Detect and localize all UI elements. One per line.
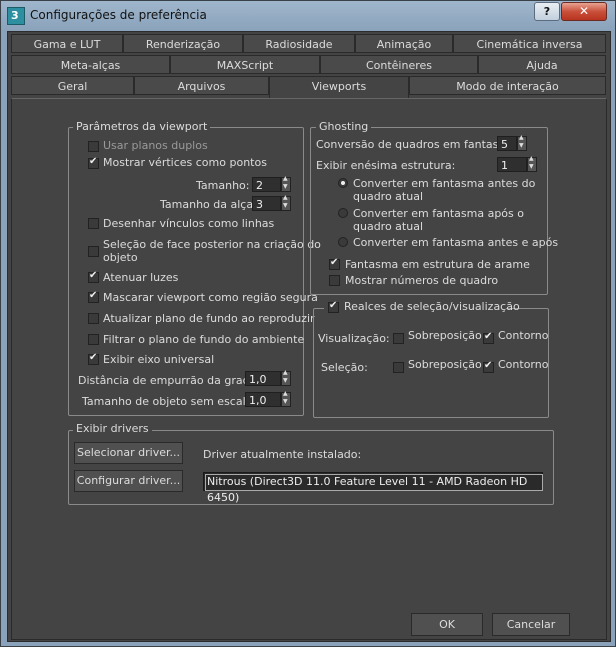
title-bar[interactable]: 3 Configurações de preferência ? ✕ [1,1,615,31]
installed-driver-value: Nitrous (Direct3D 11.0 Feature Level 11 … [207,475,528,504]
window-title: Configurações de preferência [30,8,207,22]
tab-geral[interactable]: Geral [11,76,134,95]
select-driver-button[interactable]: Selecionar driver... [74,442,183,464]
tab-cinematica-inversa[interactable]: Cinemática inversa [453,34,606,53]
grid-nudge-spinner-field[interactable]: 1,0 [245,371,281,386]
nth-frame-spinner-arrows[interactable] [527,155,537,172]
installed-driver-field: Nitrous (Direct3D 11.0 Feature Level 11 … [203,472,543,504]
update-bg-label: Atualizar plano de fundo ao reproduzir [103,312,315,325]
ghost-after-radio[interactable] [338,208,348,218]
frame-numbers-checkbox[interactable] [329,275,340,286]
update-bg-checkbox[interactable] [88,313,99,324]
grid-nudge-label: Distância de empurrão da grade: [78,374,261,387]
filter-bg-label: Filtrar o plano de fundo do ambiente [103,333,305,346]
attenuate-lights-checkbox[interactable] [88,270,99,283]
preview-outline-checkbox[interactable] [483,331,494,344]
highlights-checkbox[interactable] [328,300,339,313]
preview-outline-label: Contorno [498,329,549,342]
backface-selection-checkbox[interactable] [88,246,99,257]
tab-gama-lut[interactable]: Gama e LUT [11,34,123,53]
ghost-before-after-label: Converter em fantasma antes e após [353,236,559,249]
ghost-wireframe-label: Fantasma em estrutura de arame [345,258,530,271]
show-vertices-label: Mostrar vértices como pontos [103,156,267,169]
tab-conteineres[interactable]: Contêineres [320,55,478,74]
viewport-params-title: Parâmetros da viewport [73,120,211,133]
dialog-body: Gama e LUT Renderização Radiosidade Anim… [7,31,611,642]
tab-arquivos[interactable]: Arquivos [134,76,269,95]
ghost-frames-spinner-field[interactable]: 5 [497,136,517,151]
backface-selection-label-line1: Seleção de face posterior na criação do [103,238,321,251]
selection-overlay-checkbox[interactable] [393,362,404,373]
tab-maxscript[interactable]: MAXScript [170,55,320,74]
selection-outline-checkbox[interactable] [483,360,494,373]
display-drivers-title: Exibir drivers [73,422,152,435]
size-label: Tamanho: [196,179,250,192]
draw-links-checkbox[interactable] [88,218,99,229]
use-dual-planes-checkbox[interactable] [88,141,99,152]
selection-outline-label: Contorno [498,358,549,371]
tab-ajuda[interactable]: Ajuda [478,55,606,74]
unscaled-size-spinner-arrows[interactable] [281,390,291,407]
mask-viewport-label: Mascarar viewport como região segura [103,291,318,304]
handle-size-spinner-field[interactable]: 3 [252,196,281,211]
ghosting-title: Ghosting [316,120,372,133]
size-spinner-arrows[interactable] [281,175,291,192]
unscaled-size-spinner-field[interactable]: 1,0 [245,392,281,407]
ghost-after-label-line2: quadro atual [353,220,424,233]
filter-bg-checkbox[interactable] [88,334,99,345]
handle-size-label: Tamanho da alça: [160,198,257,211]
close-button[interactable]: ✕ [561,2,607,21]
preferences-window: 3 Configurações de preferência ? ✕ Gama … [0,0,616,647]
ghost-before-radio[interactable] [338,178,348,188]
ghost-before-label-line1: Converter em fantasma antes do [353,177,536,190]
ok-button[interactable]: OK [411,613,483,636]
attenuate-lights-label: Atenuar luzes [103,271,179,284]
cancel-button[interactable]: Cancelar [492,613,570,636]
ghost-wireframe-checkbox[interactable] [329,257,340,270]
tab-renderizacao[interactable]: Renderização [123,34,243,53]
tab-animacao[interactable]: Animação [355,34,453,53]
ghost-after-label-line1: Converter em fantasma após o [353,207,524,220]
installed-driver-label: Driver atualmente instalado: [203,448,362,461]
nth-frame-spinner-field[interactable]: 1 [497,157,527,172]
draw-links-label: Desenhar vínculos como linhas [103,217,275,230]
ghost-frames-label: Conversão de quadros em fantasma: [316,138,520,151]
frame-numbers-label: Mostrar números de quadro [345,274,499,287]
tab-meta-alcas[interactable]: Meta-alças [11,55,170,74]
app-icon: 3 [7,7,25,25]
tab-modo-interacao[interactable]: Modo de interação [409,76,606,95]
preview-overlay-checkbox[interactable] [393,333,404,344]
nth-frame-label: Exibir enésima estrutura: [316,159,456,172]
mask-viewport-checkbox[interactable] [88,290,99,303]
grid-nudge-spinner-arrows[interactable] [281,369,291,386]
size-spinner-field[interactable]: 2 [252,177,281,192]
preview-row-label: Visualização: [318,332,390,345]
tab-radiosidade[interactable]: Radiosidade [243,34,355,53]
backface-selection-label-line2: objeto [103,251,138,264]
tab-viewports[interactable]: Viewports [269,76,409,98]
selection-overlay-label: Sobreposição [408,358,482,371]
ghost-before-label-line2: quadro atual [353,190,424,203]
preview-overlay-label: Sobreposição [408,329,482,342]
unscaled-size-label: Tamanho de objeto sem escala: [82,395,257,408]
handle-size-spinner-arrows[interactable] [281,194,291,211]
highlights-title: Realces de seleção/visualização [344,300,520,313]
world-axis-checkbox[interactable] [88,352,99,365]
ghost-before-after-radio[interactable] [338,237,348,247]
selection-row-label: Seleção: [321,361,368,374]
show-vertices-checkbox[interactable] [88,156,99,169]
ghost-frames-spinner-arrows[interactable] [517,134,527,151]
help-button[interactable]: ? [534,2,560,21]
world-axis-label: Exibir eixo universal [103,353,215,366]
configure-driver-button[interactable]: Configurar driver... [74,470,183,492]
use-dual-planes-label: Usar planos duplos [103,139,208,152]
